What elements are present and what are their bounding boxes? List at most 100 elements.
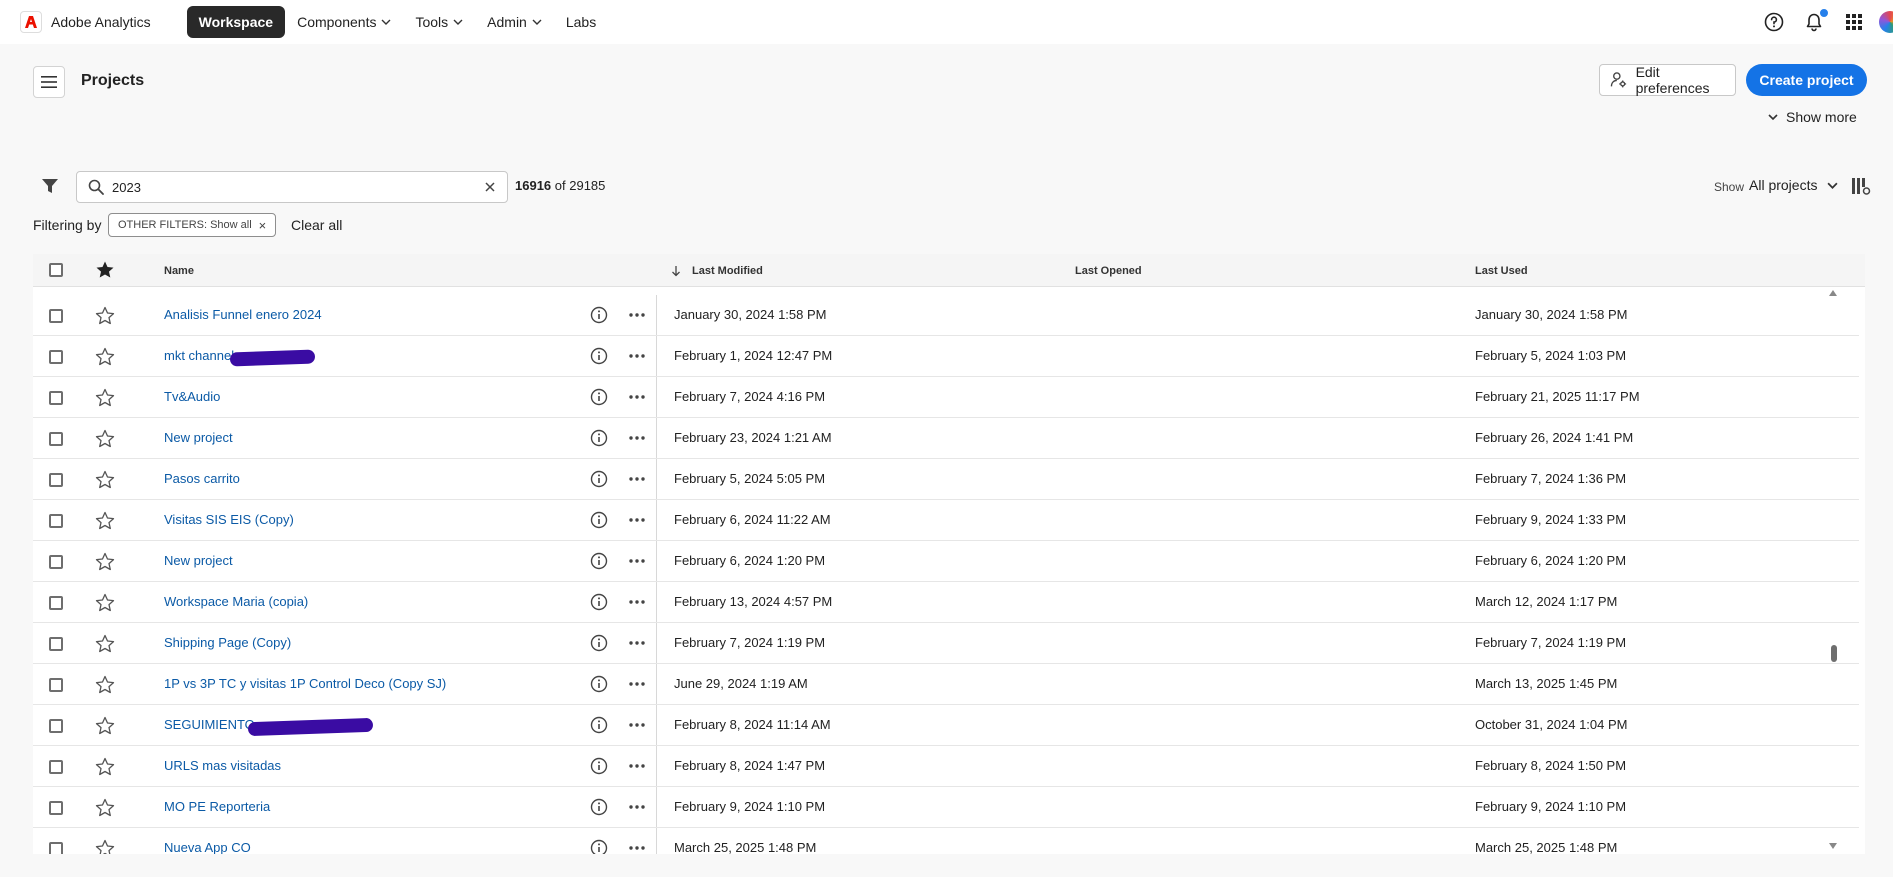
table-row[interactable]: 1P vs 3P TC y visitas 1P Control Deco (C… xyxy=(33,664,1859,705)
more-actions-icon[interactable] xyxy=(627,675,647,693)
table-row[interactable]: New project February 23, 2024 1:21 AM Febr… xyxy=(33,418,1859,459)
table-row[interactable]: Analisis Funnel enero 2024 January 30, 20… xyxy=(33,295,1859,336)
help-icon[interactable] xyxy=(1763,11,1785,33)
info-icon[interactable] xyxy=(590,593,608,611)
search-field[interactable] xyxy=(76,171,508,203)
search-input[interactable] xyxy=(112,179,472,195)
info-icon[interactable] xyxy=(590,306,608,324)
row-checkbox[interactable] xyxy=(49,678,63,692)
row-checkbox[interactable] xyxy=(49,514,63,528)
row-checkbox[interactable] xyxy=(49,555,63,569)
row-checkbox[interactable] xyxy=(49,596,63,610)
table-row[interactable]: Shipping Page (Copy) February 7, 2024 1:1… xyxy=(33,623,1859,664)
edit-preferences-button[interactable]: Edit preferences xyxy=(1599,64,1736,96)
info-icon[interactable] xyxy=(590,388,608,406)
project-name-link[interactable]: Visitas SIS EIS (Copy) xyxy=(164,512,294,527)
other-filters-chip[interactable]: OTHER FILTERS: Show all × xyxy=(108,213,277,237)
menu-toggle-button[interactable] xyxy=(33,66,65,98)
row-checkbox[interactable] xyxy=(49,350,63,364)
more-actions-icon[interactable] xyxy=(627,306,647,324)
favorite-star-icon[interactable] xyxy=(95,306,115,326)
project-name-link[interactable]: mkt channel xyxy=(164,348,234,363)
row-checkbox[interactable] xyxy=(49,801,63,815)
info-icon[interactable] xyxy=(590,552,608,570)
favorite-star-icon[interactable] xyxy=(95,716,115,736)
favorite-star-icon[interactable] xyxy=(95,634,115,654)
row-checkbox[interactable] xyxy=(49,391,63,405)
row-checkbox[interactable] xyxy=(49,473,63,487)
project-name-link[interactable]: Analisis Funnel enero 2024 xyxy=(164,307,322,322)
nav-item-admin[interactable]: Admin xyxy=(475,6,554,38)
table-row[interactable]: Visitas SIS EIS (Copy) February 6, 2024 1… xyxy=(33,500,1859,541)
more-actions-icon[interactable] xyxy=(627,798,647,816)
info-icon[interactable] xyxy=(590,347,608,365)
favorite-star-icon[interactable] xyxy=(95,798,115,818)
column-settings-icon[interactable] xyxy=(1851,176,1871,196)
info-icon[interactable] xyxy=(590,757,608,775)
table-row[interactable]: Workspace Maria (copia) February 13, 2024… xyxy=(33,582,1859,623)
info-icon[interactable] xyxy=(590,511,608,529)
favorite-star-icon[interactable] xyxy=(95,593,115,613)
table-row[interactable]: New project February 6, 2024 1:20 PM Febru… xyxy=(33,541,1859,582)
project-name-link[interactable]: MO PE Reporteria xyxy=(164,799,270,814)
more-actions-icon[interactable] xyxy=(627,634,647,652)
favorite-star-icon[interactable] xyxy=(95,839,115,854)
project-name-link[interactable]: URLS mas visitadas xyxy=(164,758,281,773)
scroll-up-arrow-icon[interactable] xyxy=(1829,290,1837,296)
show-more-toggle[interactable]: Show more xyxy=(1768,109,1857,125)
nav-item-components[interactable]: Components xyxy=(285,6,403,38)
project-name-link[interactable]: Workspace Maria (copia) xyxy=(164,594,308,609)
info-icon[interactable] xyxy=(590,634,608,652)
column-header-last-opened[interactable]: Last Opened xyxy=(1075,265,1142,277)
column-header-last-modified[interactable]: Last Modified xyxy=(692,265,763,277)
more-actions-icon[interactable] xyxy=(627,347,647,365)
more-actions-icon[interactable] xyxy=(627,839,647,854)
row-checkbox[interactable] xyxy=(49,432,63,446)
favorite-star-icon[interactable] xyxy=(95,675,115,695)
table-row[interactable]: URLS mas visitadas February 8, 2024 1:47 … xyxy=(33,746,1859,787)
row-checkbox[interactable] xyxy=(49,719,63,733)
project-name-link[interactable]: New project xyxy=(164,430,233,445)
table-scrollbar[interactable] xyxy=(1859,287,1865,854)
brand[interactable]: Adobe Analytics xyxy=(20,11,151,33)
notifications-icon[interactable] xyxy=(1803,8,1829,33)
project-name-link[interactable]: Pasos carrito xyxy=(164,471,240,486)
column-header-last-used[interactable]: Last Used xyxy=(1475,265,1528,277)
scroll-down-arrow-icon[interactable] xyxy=(1829,843,1837,849)
more-actions-icon[interactable] xyxy=(627,470,647,488)
row-checkbox[interactable] xyxy=(49,309,63,323)
row-checkbox[interactable] xyxy=(49,842,63,854)
more-actions-icon[interactable] xyxy=(627,757,647,775)
remove-filter-icon[interactable]: × xyxy=(259,218,267,233)
clear-all-link[interactable]: Clear all xyxy=(291,217,342,233)
favorite-star-icon[interactable] xyxy=(95,388,115,408)
favorite-star-icon[interactable] xyxy=(95,552,115,572)
clear-search-icon[interactable] xyxy=(483,180,497,194)
table-row[interactable]: Nueva App CO March 25, 2025 1:48 PM March … xyxy=(33,828,1859,854)
info-icon[interactable] xyxy=(590,839,608,854)
table-row[interactable]: MO PE Reporteria February 9, 2024 1:10 PM… xyxy=(33,787,1859,828)
more-actions-icon[interactable] xyxy=(627,511,647,529)
column-header-name[interactable]: Name xyxy=(164,265,194,277)
info-icon[interactable] xyxy=(590,675,608,693)
row-checkbox[interactable] xyxy=(49,637,63,651)
info-icon[interactable] xyxy=(590,716,608,734)
project-name-link[interactable]: Tv&Audio xyxy=(164,389,220,404)
favorite-star-icon[interactable] xyxy=(95,429,115,449)
more-actions-icon[interactable] xyxy=(627,388,647,406)
nav-item-tools[interactable]: Tools xyxy=(403,6,475,38)
project-name-link[interactable]: 1P vs 3P TC y visitas 1P Control Deco (C… xyxy=(164,676,446,691)
more-actions-icon[interactable] xyxy=(627,593,647,611)
project-name-link[interactable]: New project xyxy=(164,553,233,568)
info-icon[interactable] xyxy=(590,470,608,488)
project-name-link[interactable]: SEGUIMIENTO xyxy=(164,717,255,732)
sort-descending-icon[interactable] xyxy=(671,265,681,277)
more-actions-icon[interactable] xyxy=(627,552,647,570)
more-actions-icon[interactable] xyxy=(627,716,647,734)
favorite-star-icon[interactable] xyxy=(95,470,115,490)
project-name-link[interactable]: Nueva App CO xyxy=(164,840,251,854)
favorite-star-icon[interactable] xyxy=(95,347,115,367)
info-icon[interactable] xyxy=(590,798,608,816)
create-project-button[interactable]: Create project xyxy=(1746,64,1867,96)
nav-item-labs[interactable]: Labs xyxy=(554,6,608,38)
